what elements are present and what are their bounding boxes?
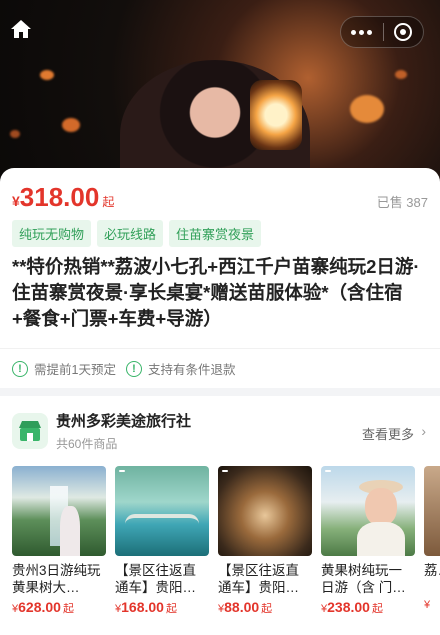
- notice-label: 需提前1天预定: [34, 363, 116, 377]
- product-thumbnail: [321, 466, 415, 556]
- tag: 纯玩无购物: [12, 220, 92, 247]
- product-name: 贵州3日游纯玩黄果树大…: [12, 563, 101, 595]
- product-price: ¥ 168.00 起: [115, 599, 209, 616]
- shop-product-count: 共60件商品: [56, 437, 118, 451]
- product-item[interactable]: 荔… ¥: [424, 466, 440, 616]
- product-thumbnail: [12, 466, 106, 556]
- close-target-icon[interactable]: [383, 23, 423, 41]
- shop-name: 贵州多彩美途旅行社: [56, 413, 192, 430]
- logo-badge: [222, 470, 228, 472]
- notice-label: 支持有条件退款: [147, 363, 236, 377]
- price-suffix: 起: [165, 603, 177, 615]
- price-suffix: 起: [371, 603, 383, 615]
- tag-list: 纯玩无购物 必玩线路 住苗寨赏夜景: [12, 220, 262, 247]
- price-symbol: ¥: [424, 599, 431, 611]
- product-thumbnail: [115, 466, 209, 556]
- more-icon[interactable]: [341, 29, 383, 35]
- product-name: 【景区往返直通车】贵阳…: [218, 563, 299, 595]
- product-name: 黄果树纯玩一日游（含 门…: [321, 563, 406, 595]
- info-icon: !: [125, 360, 142, 377]
- product-price: ¥ 628.00 起: [12, 599, 106, 616]
- price-suffix: 起: [261, 603, 273, 615]
- product-list: 贵州3日游纯玩黄果树大… ¥ 628.00 起 【景区往返直通车】贵阳… ¥ 1…: [12, 466, 440, 616]
- price-value: 168.00: [121, 599, 164, 615]
- price-value: 88.00: [224, 599, 260, 615]
- product-item[interactable]: 贵州3日游纯玩黄果树大… ¥ 628.00 起: [12, 466, 106, 616]
- price-symbol: ¥: [12, 193, 20, 209]
- top-bar: [0, 0, 440, 50]
- price-suffix: 起: [62, 603, 74, 615]
- shop-section: 贵州多彩美途旅行社 共60件商品 查看更多 › 贵州3日游纯玩黄果树大… ¥ 6…: [0, 396, 440, 635]
- product-name: 【景区往返直通车】贵阳…: [115, 563, 196, 595]
- view-more-link[interactable]: 查看更多: [362, 424, 414, 443]
- price-value: 318.00: [19, 182, 100, 212]
- tag: 住苗寨赏夜景: [169, 220, 262, 247]
- product-price: ¥: [424, 599, 440, 611]
- notice-advance-booking: ! 需提前1天预定: [12, 359, 116, 378]
- price-value: 238.00: [327, 599, 370, 615]
- product-item[interactable]: 【景区往返直通车】贵阳… ¥ 88.00 起: [218, 466, 312, 616]
- sold-count: 已售 387: [376, 195, 428, 210]
- notice-refund: ! 支持有条件退款: [125, 359, 236, 378]
- product-item[interactable]: 【景区往返直通车】贵阳… ¥ 168.00 起: [115, 466, 209, 616]
- product-thumbnail: [424, 466, 440, 556]
- logo-badge: [325, 470, 331, 472]
- booking-notices[interactable]: ! 需提前1天预定 ! 支持有条件退款: [0, 348, 440, 388]
- shop-header[interactable]: 贵州多彩美途旅行社 共60件商品: [12, 410, 191, 452]
- tag: 必玩线路: [97, 220, 164, 247]
- product-title: **特价热销**荔波小七孔+西江千户苗寨纯玩2日游·住苗寨赏夜景·享长桌宴*赠送…: [12, 256, 420, 329]
- product-item[interactable]: 黄果树纯玩一日游（含 门… ¥ 238.00 起: [321, 466, 415, 616]
- home-icon[interactable]: [10, 18, 34, 42]
- product-price: ¥ 238.00 起: [321, 599, 415, 616]
- product-thumbnail: [218, 466, 312, 556]
- mini-program-capsule: [340, 16, 424, 48]
- info-icon: !: [12, 360, 28, 377]
- product-card: ¥ 318.00 起 已售 387 纯玩无购物 必玩线路 住苗寨赏夜景 **特价…: [0, 168, 440, 388]
- logo-badge: [119, 470, 125, 472]
- hero-lantern: [250, 80, 302, 150]
- shop-store-icon: [12, 413, 48, 449]
- price: ¥ 318.00 起: [12, 182, 114, 213]
- product-name: 荔…: [424, 563, 440, 578]
- price-suffix: 起: [102, 195, 115, 209]
- price-value: 628.00: [18, 599, 61, 615]
- product-price: ¥ 88.00 起: [218, 599, 312, 616]
- chevron-right-icon[interactable]: ›: [421, 423, 426, 439]
